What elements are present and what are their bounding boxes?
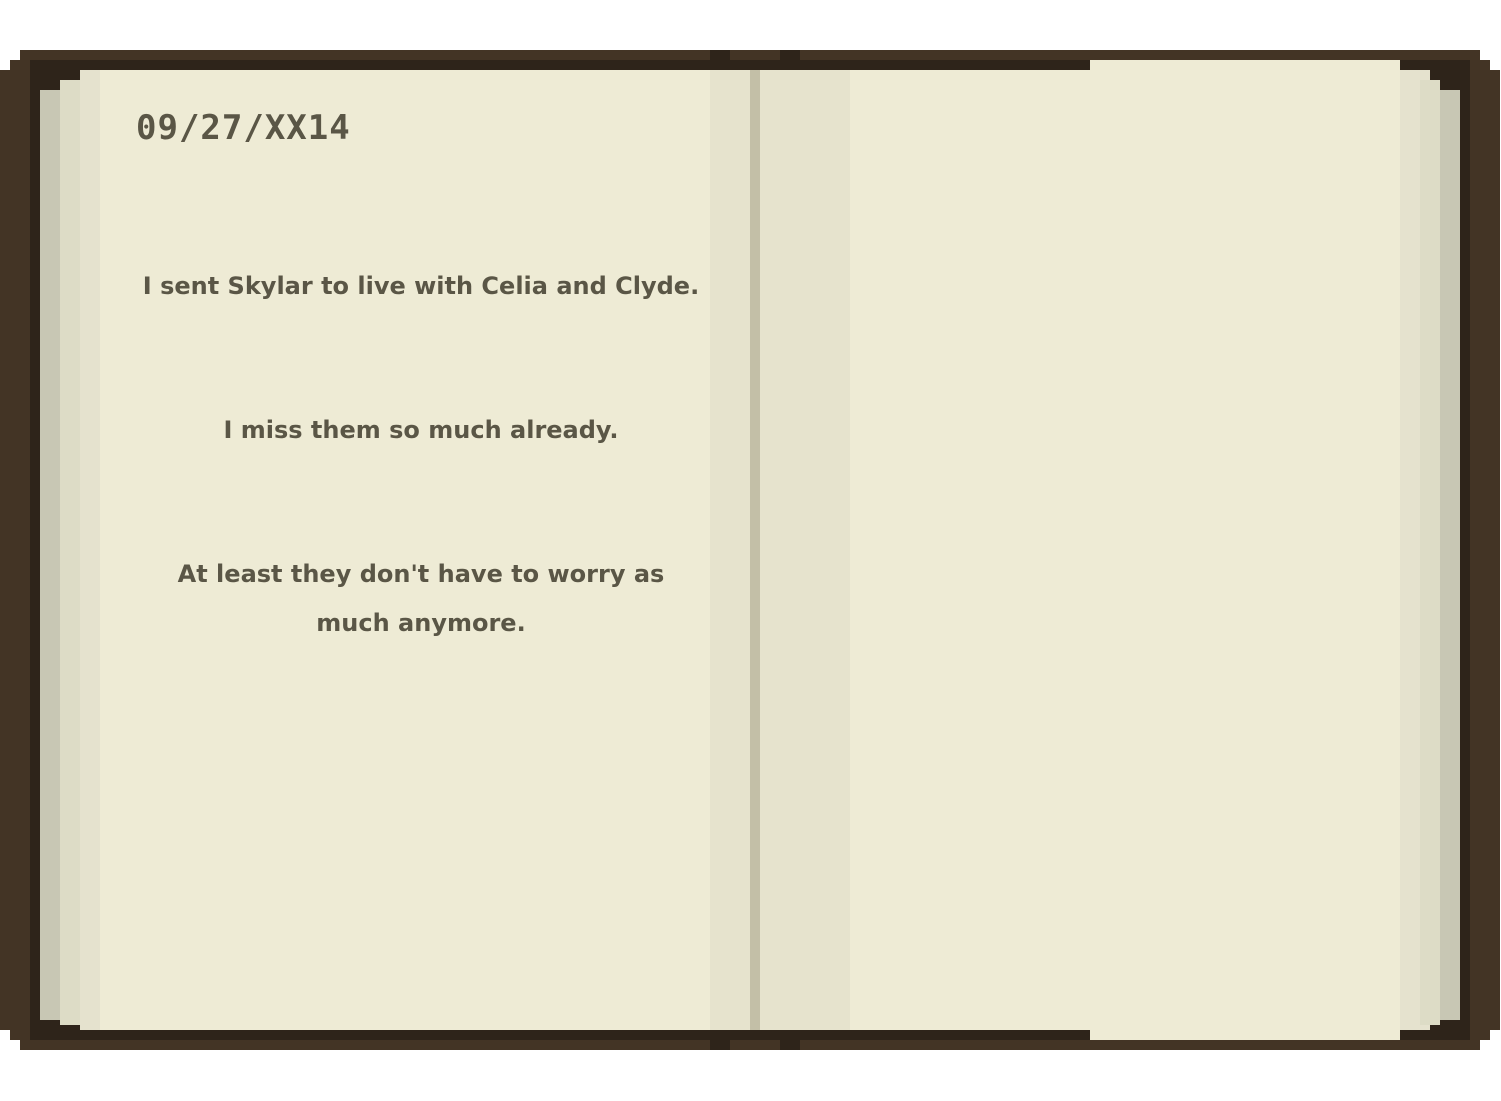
- book-cover-left-edge: [0, 70, 20, 1030]
- journal-entry-date: 09/27/XX14: [136, 108, 351, 148]
- book-cover-right-edge: [1480, 70, 1500, 1030]
- spine-notch-bottom-right: [780, 1038, 800, 1050]
- book-spine-line: [750, 70, 760, 1030]
- journal-paragraph: I miss them so much already.: [223, 416, 619, 444]
- spine-notch-top-left: [710, 50, 730, 62]
- right-page-edge-mid: [1420, 80, 1440, 1025]
- right-page-raised-corner: [1090, 60, 1400, 1040]
- right-page-gutter-shade: [760, 70, 850, 1030]
- journal-paragraph: I sent Skylar to live with Celia and Cly…: [142, 272, 700, 300]
- left-page-gutter-shade: [710, 70, 750, 1030]
- spine-notch-bottom-left: [710, 1038, 730, 1050]
- journal-paragraph: At least they don't have to worry as muc…: [177, 560, 665, 637]
- right-page-edge-outer: [1440, 90, 1460, 1020]
- spine-notch-top-right: [780, 50, 800, 62]
